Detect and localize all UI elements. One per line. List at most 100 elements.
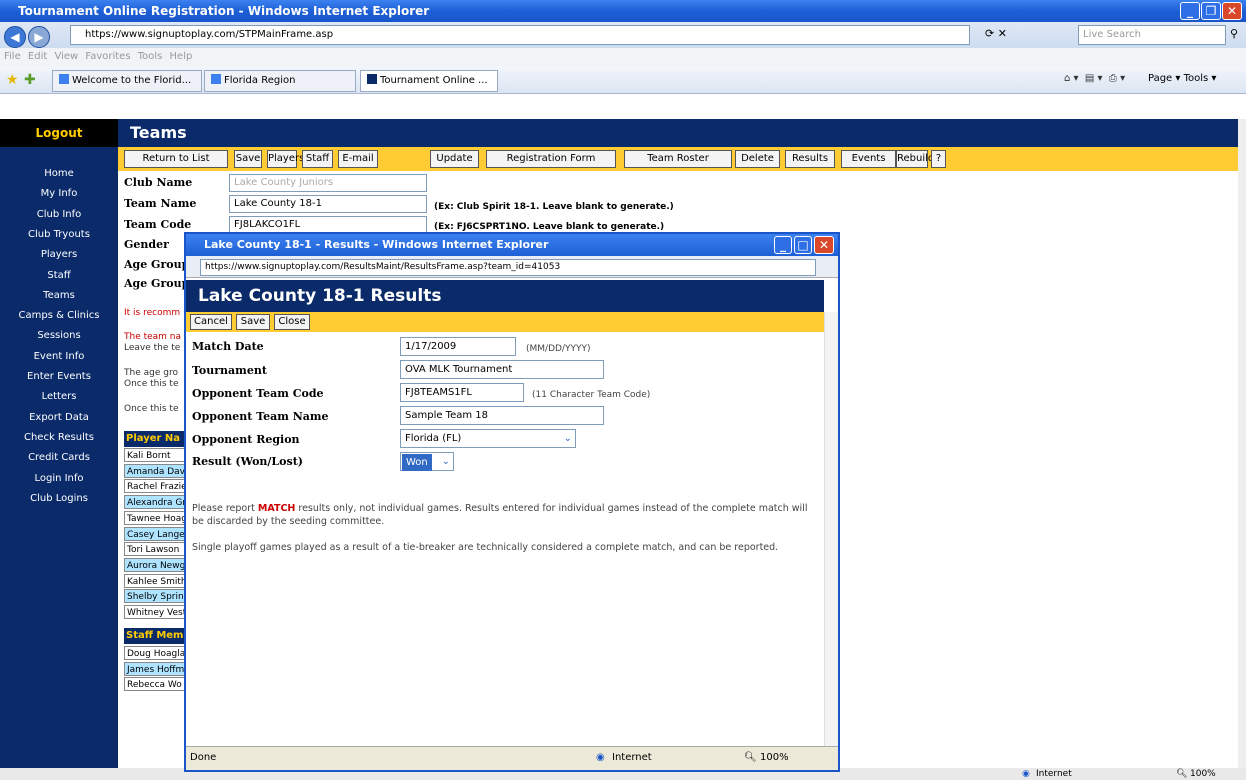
tab-bar: ★ ✚ Welcome to the Florid... Florida Reg… (0, 66, 1246, 94)
zoom-icon: 🔍︎ (1176, 769, 1188, 779)
player-list-item[interactable]: Rachel Frazie (124, 479, 188, 494)
tab-florida-region[interactable]: Florida Region (204, 70, 356, 92)
favorites-star-icon[interactable]: ★ (6, 72, 19, 88)
team-code-hint: (Ex: FJ6CSPRT1NO. Leave blank to generat… (434, 222, 665, 232)
sidebar-item-camps-clinics[interactable]: Camps & Clinics (0, 310, 118, 321)
sidebar-item-letters[interactable]: Letters (0, 391, 118, 402)
events-button[interactable]: Events (841, 150, 896, 168)
once-note: Once this te (124, 379, 179, 389)
popup-url[interactable]: https://www.signuptoplay.com/ResultsMain… (200, 259, 816, 276)
menu-bar[interactable]: File Edit View Favorites Tools Help (0, 48, 1246, 66)
opponent-region-label: Opponent Region (192, 433, 300, 446)
popup-scrollbar[interactable] (824, 312, 838, 746)
staff-list-item[interactable]: James Hoffm (124, 661, 188, 676)
opponent-code-field[interactable]: FJ8TEAMS1FL (400, 383, 524, 402)
leave-note: Leave the te (124, 343, 181, 353)
return-to-list-button[interactable]: Return to List (124, 150, 228, 168)
tab-welcome[interactable]: Welcome to the Florid... (52, 70, 202, 92)
sidebar-item-players[interactable]: Players (0, 249, 118, 260)
minimize-icon[interactable]: _ (1180, 2, 1200, 20)
update-button[interactable]: Update (430, 150, 479, 168)
help-button[interactable]: ? (931, 150, 946, 168)
delete-button[interactable]: Delete (735, 150, 780, 168)
back-icon[interactable]: ◀ (4, 26, 26, 48)
sidebar-item-login-info[interactable]: Login Info (0, 473, 118, 484)
team-roster-button[interactable]: Team Roster (624, 150, 732, 168)
opponent-code-hint: (11 Character Team Code) (532, 390, 651, 400)
save-button[interactable]: Save (234, 150, 262, 168)
close-button[interactable]: Close (274, 314, 310, 330)
save-button[interactable]: Save (236, 314, 270, 330)
popup-minimize-icon[interactable]: _ (774, 236, 792, 254)
result-select[interactable]: Won ⌄ (400, 452, 454, 471)
player-list-item[interactable]: Kahlee Smith (124, 573, 188, 588)
player-list-item[interactable]: Kali Bornt (124, 448, 188, 462)
sidebar-item-export-data[interactable]: Export Data (0, 412, 118, 423)
forward-icon[interactable]: ▶ (28, 26, 50, 48)
sidebar-item-club-tryouts[interactable]: Club Tryouts (0, 229, 118, 240)
close-icon[interactable]: ✕ (1222, 2, 1242, 20)
popup-maximize-icon[interactable]: □ (794, 236, 812, 254)
staff-list-item[interactable]: Rebecca Wo (124, 677, 188, 692)
match-date-hint: (MM/DD/YYYY) (526, 344, 591, 354)
player-list-header: Player Na (124, 431, 188, 447)
tournament-field[interactable]: OVA MLK Tournament (400, 360, 604, 379)
sidebar-item-enter-events[interactable]: Enter Events (0, 371, 118, 382)
sidebar-item-sessions[interactable]: Sessions (0, 330, 118, 341)
player-list-item[interactable]: Whitney Vest (124, 605, 188, 619)
opponent-name-label: Opponent Team Name (192, 410, 329, 423)
sidebar-item-my-info[interactable]: My Info (0, 188, 118, 199)
opponent-name-field[interactable]: Sample Team 18 (400, 406, 604, 425)
popup-heading: Lake County 18-1 Results (186, 280, 824, 312)
match-date-field[interactable]: 1/17/2009 (400, 337, 516, 356)
player-list-item[interactable]: Amanda Davi (124, 463, 188, 478)
sidebar-item-staff[interactable]: Staff (0, 270, 118, 281)
page-scrollbar[interactable] (1238, 119, 1246, 769)
match-date-label: Match Date (192, 340, 264, 353)
gender-label: Gender (124, 238, 169, 251)
tab-tournament-online[interactable]: Tournament Online ... (360, 70, 498, 92)
zoom-level[interactable]: 100% (1190, 768, 1216, 780)
restore-icon[interactable]: ❐ (1201, 2, 1221, 20)
sidebar-item-event-info[interactable]: Event Info (0, 351, 118, 362)
page-tools-menu[interactable]: Page ▾ Tools ▾ (1148, 73, 1216, 84)
page-title: Teams (118, 119, 1240, 147)
player-list-item[interactable]: Aurora Newga (124, 557, 188, 572)
command-bar[interactable]: ⌂ ▾ ▤ ▾ ⎙ ▾ (1064, 73, 1131, 84)
search-input[interactable]: Live Search (1078, 25, 1226, 45)
team-name-field[interactable]: Lake County 18-1 (229, 195, 427, 213)
popup-zone-text: Internet (612, 752, 652, 763)
recommend-text: It is recomm (124, 308, 181, 318)
email-button[interactable]: E-mail (338, 150, 378, 168)
refresh-icon[interactable]: ⟳ ✕ (985, 27, 1007, 40)
globe-icon: ◉ (596, 752, 605, 763)
add-favorite-icon[interactable]: ✚ (24, 72, 36, 88)
opponent-region-value: Florida (FL) (405, 433, 462, 444)
players-button[interactable]: Players (267, 150, 304, 168)
rebuild-button[interactable]: Rebuild (896, 150, 934, 168)
sidebar-item-credit-cards[interactable]: Credit Cards (0, 452, 118, 463)
player-list-item[interactable]: Alexandra Gr (124, 495, 188, 510)
logout-button[interactable]: Logout (0, 119, 118, 147)
popup-zoom-level[interactable]: 100% (760, 747, 789, 769)
player-list-item[interactable]: Tawnee Hoag (124, 510, 188, 525)
player-list-item[interactable]: Tori Lawson (124, 542, 188, 557)
url-input[interactable]: https://www.signuptoplay.com/STPMainFram… (70, 25, 970, 45)
registration-form-button[interactable]: Registration Form (486, 150, 616, 168)
cancel-button[interactable]: Cancel (190, 314, 232, 330)
staff-button[interactable]: Staff (302, 150, 333, 168)
sidebar-item-club-logins[interactable]: Club Logins (0, 493, 118, 504)
sidebar-item-check-results[interactable]: Check Results (0, 432, 118, 443)
player-list-item[interactable]: Shelby Spring (124, 589, 188, 604)
opponent-region-select[interactable]: Florida (FL) ⌄ (400, 429, 576, 448)
player-list-item[interactable]: Casey Lange (124, 526, 188, 541)
sidebar-item-club-info[interactable]: Club Info (0, 209, 118, 220)
results-button[interactable]: Results (785, 150, 835, 168)
sidebar-item-home[interactable]: Home (0, 168, 118, 179)
staff-list-item[interactable]: Doug Hoaglar (124, 646, 188, 660)
search-icon[interactable]: ⚲ (1230, 27, 1238, 40)
ie-page-icon (211, 74, 221, 84)
sidebar-item-teams[interactable]: Teams (0, 290, 118, 301)
popup-close-icon[interactable]: ✕ (814, 236, 834, 254)
club-name-field[interactable]: Lake County Juniors (229, 174, 427, 192)
